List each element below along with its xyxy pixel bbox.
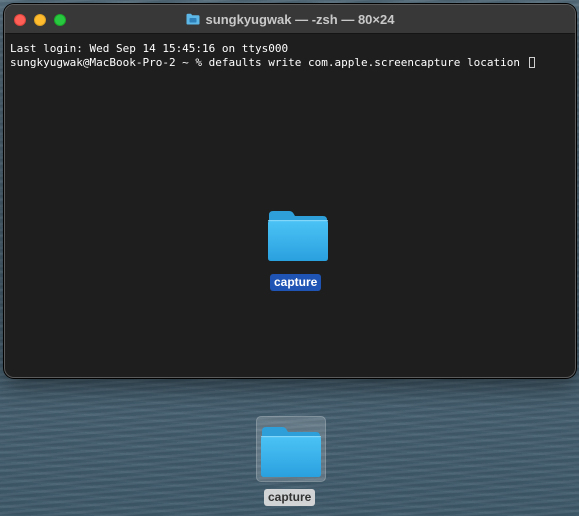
folder-icon	[186, 13, 200, 25]
text-cursor	[528, 57, 535, 68]
terminal-content[interactable]: Last login: Wed Sep 14 15:45:16 on ttys0…	[5, 34, 575, 377]
window-title-text: sungkyugwak — -zsh — 80×24	[205, 11, 395, 27]
terminal-line-command: sungkyugwak@MacBook-Pro-2 ~ % defaults w…	[10, 56, 569, 70]
terminal-line-login: Last login: Wed Sep 14 15:45:16 on ttys0…	[10, 42, 289, 55]
desktop-folder-icon[interactable]	[260, 425, 322, 479]
desktop-folder-label[interactable]: capture	[264, 489, 316, 506]
dragged-folder-icon[interactable]	[267, 209, 329, 263]
title-bar[interactable]: sungkyugwak — -zsh — 80×24	[5, 5, 575, 34]
terminal-window[interactable]: sungkyugwak — -zsh — 80×24 Last login: W…	[4, 4, 576, 378]
dragged-folder-label: capture	[270, 274, 322, 291]
window-title: sungkyugwak — -zsh — 80×24	[5, 5, 575, 33]
terminal-command-text: sungkyugwak@MacBook-Pro-2 ~ % defaults w…	[10, 56, 527, 69]
